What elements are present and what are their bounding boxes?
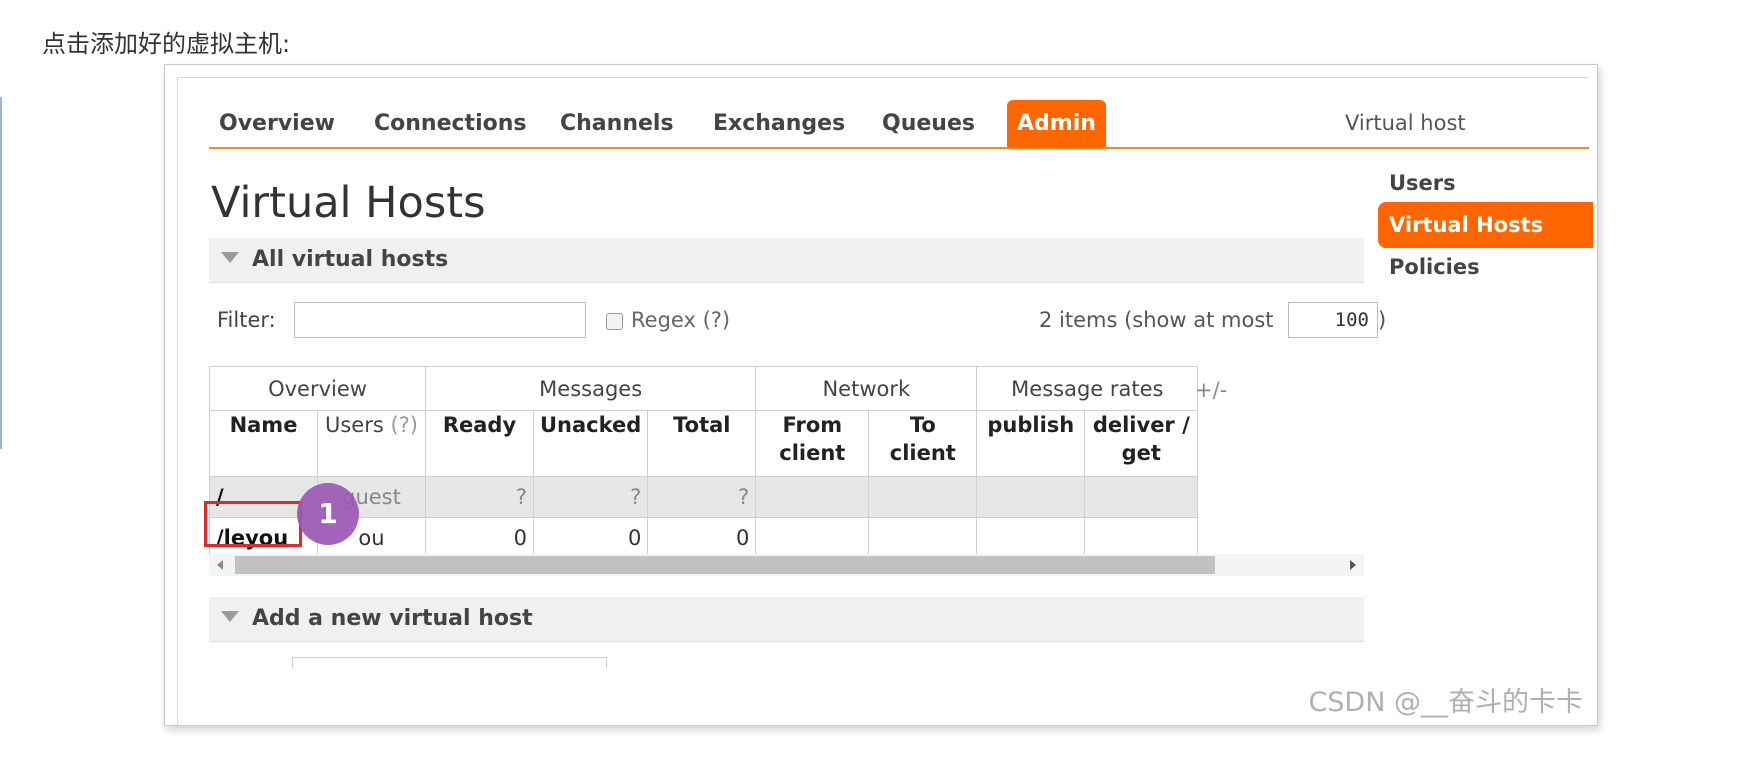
vhost-ready: ? — [425, 476, 534, 518]
filter-row: Filter: Regex (?) 2 items (show at most … — [217, 302, 1386, 342]
screenshot-frame: Overview Connections Channels Exchanges … — [164, 64, 1598, 726]
group-header-row: Overview Messages Network Message rates — [209, 366, 1199, 411]
watermark: CSDN @__奋斗的卡卡 — [1308, 687, 1583, 718]
tab-connections[interactable]: Connections — [364, 100, 536, 147]
col-from-client[interactable]: From client — [755, 410, 870, 477]
annotation-step-badge: 1 — [297, 483, 359, 545]
regex-label: Regex (?) — [631, 308, 730, 332]
vhost-from-client — [755, 517, 870, 559]
vhost-deliver-get — [1084, 517, 1199, 559]
article-caption: 点击添加好的虚拟主机: — [42, 30, 291, 58]
side-nav-users[interactable]: Users — [1378, 160, 1593, 206]
group-message-rates: Message rates — [976, 366, 1199, 411]
col-ready[interactable]: Ready — [425, 410, 534, 477]
vhost-to-client — [868, 517, 978, 559]
filter-input[interactable] — [294, 302, 586, 338]
table-row[interactable]: /leyou ou 0 0 0 — [209, 517, 1199, 559]
vhost-total: ? — [647, 476, 757, 518]
collapse-triangle-icon — [221, 611, 239, 622]
tab-admin[interactable]: Admin — [1007, 100, 1106, 147]
col-total[interactable]: Total — [647, 410, 757, 477]
regex-checkbox[interactable] — [606, 313, 623, 330]
col-publish[interactable]: publish — [976, 410, 1086, 477]
filter-label: Filter: — [217, 308, 276, 332]
tab-overview[interactable]: Overview — [209, 100, 345, 147]
vhost-to-client — [868, 476, 978, 518]
col-unacked[interactable]: Unacked — [532, 410, 649, 477]
column-header-row: Name Users (?) Ready Unacked Total From … — [209, 410, 1199, 477]
management-ui: Overview Connections Channels Exchanges … — [177, 77, 1593, 725]
regex-text: Regex — [631, 308, 696, 332]
users-help[interactable]: (?) — [390, 413, 418, 437]
vhost-publish — [976, 517, 1086, 559]
side-nav-policies[interactable]: Policies — [1378, 244, 1593, 290]
section-label: Add a new virtual host — [252, 606, 533, 631]
items-count-label: 2 items (show at most — [1039, 308, 1274, 332]
col-to-client[interactable]: To client — [868, 410, 978, 477]
group-overview: Overview — [209, 366, 426, 411]
vhost-unacked: ? — [532, 476, 649, 518]
tab-channels[interactable]: Channels — [550, 100, 684, 147]
vhost-total: 0 — [647, 517, 757, 559]
vhost-publish — [976, 476, 1086, 518]
close-paren: ) — [1378, 308, 1387, 332]
scroll-left-icon[interactable] — [217, 560, 223, 570]
vhost-from-client — [755, 476, 870, 518]
page-title: Virtual Hosts — [211, 178, 486, 228]
horizontal-scrollbar[interactable] — [209, 554, 1364, 576]
scroll-right-icon[interactable] — [1350, 560, 1356, 570]
vhost-unacked: 0 — [532, 517, 649, 559]
group-network: Network — [755, 366, 978, 411]
column-toggle[interactable]: +/- — [1195, 378, 1227, 402]
col-users-label: Users — [324, 413, 384, 437]
annotation-highlight-box — [204, 501, 302, 547]
all-virtual-hosts-header[interactable]: All virtual hosts — [209, 238, 1364, 283]
left-rule — [0, 97, 2, 449]
tab-queues[interactable]: Queues — [872, 100, 985, 147]
new-vhost-name-input[interactable] — [292, 657, 607, 668]
regex-help[interactable]: (?) — [703, 308, 731, 332]
virtual-host-selector-label[interactable]: Virtual host — [1345, 100, 1466, 147]
col-name[interactable]: Name — [209, 410, 318, 477]
vhost-ready: 0 — [425, 517, 534, 559]
vhost-deliver-get — [1084, 476, 1199, 518]
group-messages: Messages — [424, 366, 757, 411]
col-users[interactable]: Users (?) — [317, 410, 426, 477]
add-virtual-host-header[interactable]: Add a new virtual host — [209, 597, 1364, 642]
side-nav-virtual-hosts[interactable]: Virtual Hosts — [1378, 202, 1593, 248]
virtual-hosts-table: Overview Messages Network Message rates … — [209, 366, 1199, 559]
col-deliver-get[interactable]: deliver / get — [1084, 410, 1199, 477]
collapse-triangle-icon — [221, 252, 239, 263]
scrollbar-thumb[interactable] — [235, 556, 1215, 574]
max-items-input[interactable]: 100 — [1288, 302, 1378, 338]
section-label: All virtual hosts — [252, 247, 449, 272]
top-nav: Overview Connections Channels Exchanges … — [209, 100, 1589, 149]
tab-exchanges[interactable]: Exchanges — [703, 100, 855, 147]
